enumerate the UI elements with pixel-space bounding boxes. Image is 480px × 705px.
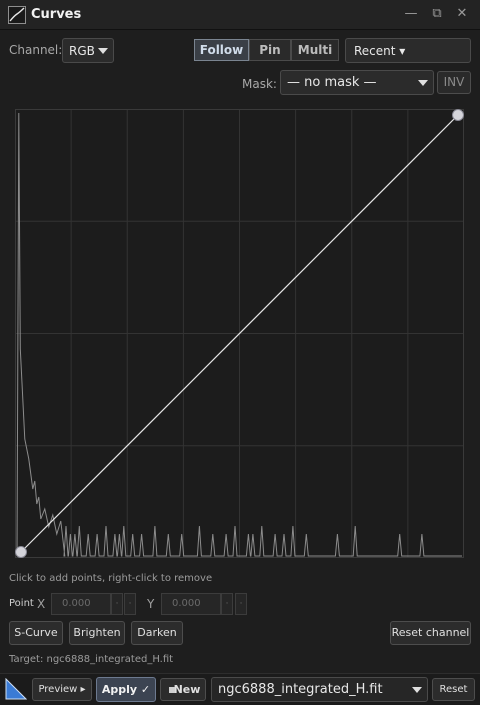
new-label: New — [173, 683, 201, 696]
recent-dropdown[interactable]: Recent ▾ — [345, 38, 471, 63]
target-image-value: ngc6888_integrated_H.fit — [218, 682, 383, 697]
channel-value: RGB — [69, 43, 95, 58]
window-title: Curves — [31, 7, 82, 22]
target-label: Target: ngc6888_integrated_H.fit — [9, 654, 174, 665]
point-y-input[interactable]: 0.000 — [161, 593, 221, 615]
pin-button[interactable]: Pin — [249, 39, 291, 61]
minimize-icon[interactable]: — — [402, 5, 420, 23]
new-instance-triangle-icon[interactable] — [5, 678, 27, 700]
y-spin-down[interactable]: · — [221, 593, 233, 615]
point-y-label: Y — [147, 597, 155, 611]
recent-label: Recent ▾ — [354, 43, 406, 58]
s-curve-button[interactable]: S-Curve — [9, 621, 63, 645]
mask-label: Mask: — [242, 77, 277, 91]
target-image-select[interactable]: ngc6888_integrated_H.fit — [211, 677, 428, 702]
apply-button[interactable]: Apply ✓ — [96, 677, 156, 702]
invert-mask-button[interactable]: INV — [437, 71, 471, 94]
graph-hint: Click to add points, right-click to remo… — [9, 573, 213, 584]
chevron-down-icon — [412, 686, 422, 693]
darken-button[interactable]: Darken — [131, 621, 183, 645]
point-x-label: X — [37, 597, 46, 611]
new-button[interactable]: New — [160, 678, 206, 701]
x-spin-up[interactable]: · — [124, 593, 136, 615]
x-spin-down[interactable]: · — [111, 593, 123, 615]
curve-graph[interactable] — [15, 109, 464, 558]
y-spin-up[interactable]: · — [235, 593, 247, 615]
reset-button[interactable]: Reset — [432, 678, 475, 701]
bottom-bar: Preview ▸ Apply ✓ New ngc6888_integrated… — [0, 673, 480, 705]
popout-icon[interactable]: ⧉ — [428, 5, 446, 23]
channel-select[interactable]: RGB — [62, 38, 114, 63]
curve-point-handle[interactable] — [15, 546, 27, 558]
reset-channel-button[interactable]: Reset channel — [390, 621, 471, 645]
chevron-down-icon — [98, 47, 108, 54]
channel-label: Channel: — [9, 43, 63, 57]
point-label: Point — [9, 598, 34, 609]
preview-button[interactable]: Preview ▸ — [32, 678, 92, 701]
title-bar: Curves — ⧉ ✕ — [0, 0, 480, 30]
chevron-down-icon — [418, 79, 428, 86]
curve-point-handle[interactable] — [452, 109, 464, 121]
curves-app-icon — [8, 6, 26, 24]
new-square-icon — [169, 687, 175, 693]
mask-select[interactable]: — no mask — — [280, 70, 434, 95]
point-x-input[interactable]: 0.000 — [51, 593, 111, 615]
close-icon[interactable]: ✕ — [453, 5, 471, 23]
brighten-button[interactable]: Brighten — [69, 621, 125, 645]
mask-value: — no mask — — [287, 75, 377, 90]
follow-button[interactable]: Follow — [194, 39, 249, 61]
multi-button[interactable]: Multi — [291, 39, 339, 61]
